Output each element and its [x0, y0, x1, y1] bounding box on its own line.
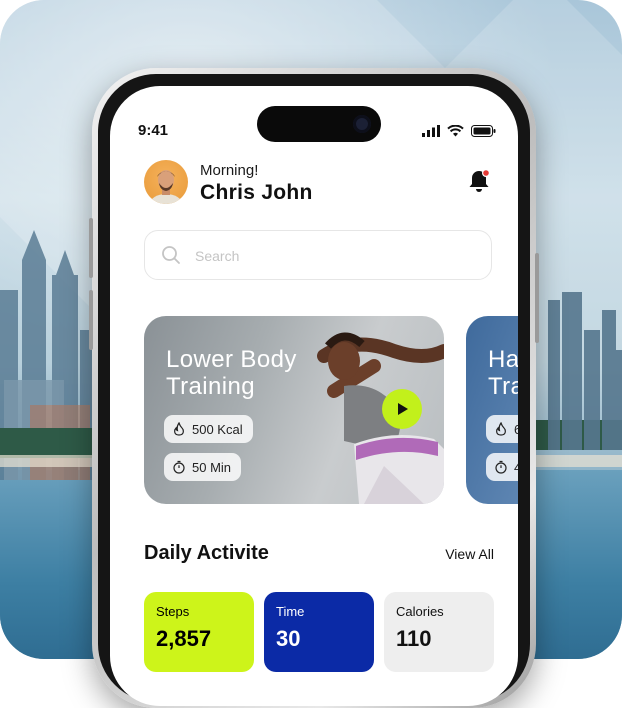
search-icon	[162, 246, 180, 264]
calories-badge: 500 Kcal	[164, 415, 253, 443]
volume-button	[89, 218, 93, 278]
duration-value: 4	[514, 459, 518, 475]
calories-value: 6	[514, 421, 518, 437]
workout-card-lower-body[interactable]: Lower Body Training 500 Kcal 50 Min	[144, 316, 444, 504]
stat-label: Calories	[396, 604, 444, 619]
play-button[interactable]	[382, 389, 422, 429]
daily-activity-title: Daily Activite	[144, 542, 269, 564]
stat-card-steps[interactable]: Steps 2,857	[144, 592, 254, 672]
workout-card-second[interactable]: Ha Tra 6 4	[466, 316, 518, 504]
battery-icon	[471, 125, 496, 137]
volume-button	[89, 290, 93, 350]
status-icons	[422, 125, 496, 137]
user-name: Chris John	[200, 181, 313, 204]
stat-value: 30	[276, 626, 301, 651]
workout-title: Ha Tra	[488, 346, 518, 400]
signal-icon	[422, 125, 440, 137]
dynamic-island	[257, 106, 381, 142]
stat-label: Steps	[156, 604, 190, 619]
status-time: 9:41	[138, 122, 169, 139]
wifi-icon	[447, 125, 464, 137]
calories-badge: 6	[486, 415, 518, 443]
avatar[interactable]	[144, 160, 188, 204]
duration-badge: 50 Min	[164, 453, 242, 481]
stat-value: 110	[396, 626, 432, 651]
duration-value: 50 Min	[192, 459, 232, 475]
calories-value: 500 Kcal	[192, 421, 243, 437]
view-all-link[interactable]: View All	[445, 546, 494, 562]
stopwatch-icon	[173, 460, 185, 474]
avatar-portrait	[150, 170, 182, 204]
stat-card-calories[interactable]: Calories 110	[384, 592, 494, 672]
phone-mockup: 9:41 Morning! Chris John Search Lower Bo…	[89, 68, 539, 708]
flame-icon	[496, 422, 506, 436]
play-icon	[398, 403, 408, 415]
flame-icon	[174, 422, 184, 436]
app-screen: 9:41 Morning! Chris John Search Lower Bo…	[110, 86, 518, 706]
phone-bezel: 9:41 Morning! Chris John Search Lower Bo…	[98, 74, 530, 706]
search-input[interactable]	[193, 231, 477, 280]
stat-label: Time	[276, 604, 305, 619]
stat-card-time[interactable]: Time 30	[264, 592, 374, 672]
power-button	[535, 253, 539, 343]
stat-value: 2,857	[156, 626, 212, 651]
workout-title: Lower Body Training	[166, 346, 297, 400]
duration-badge: 4	[486, 453, 518, 481]
greeting-text: Morning!	[200, 162, 259, 179]
search-bar[interactable]	[144, 230, 492, 280]
camera-icon	[353, 115, 371, 133]
stopwatch-icon	[495, 460, 507, 474]
notification-bell-icon[interactable]	[466, 168, 492, 194]
